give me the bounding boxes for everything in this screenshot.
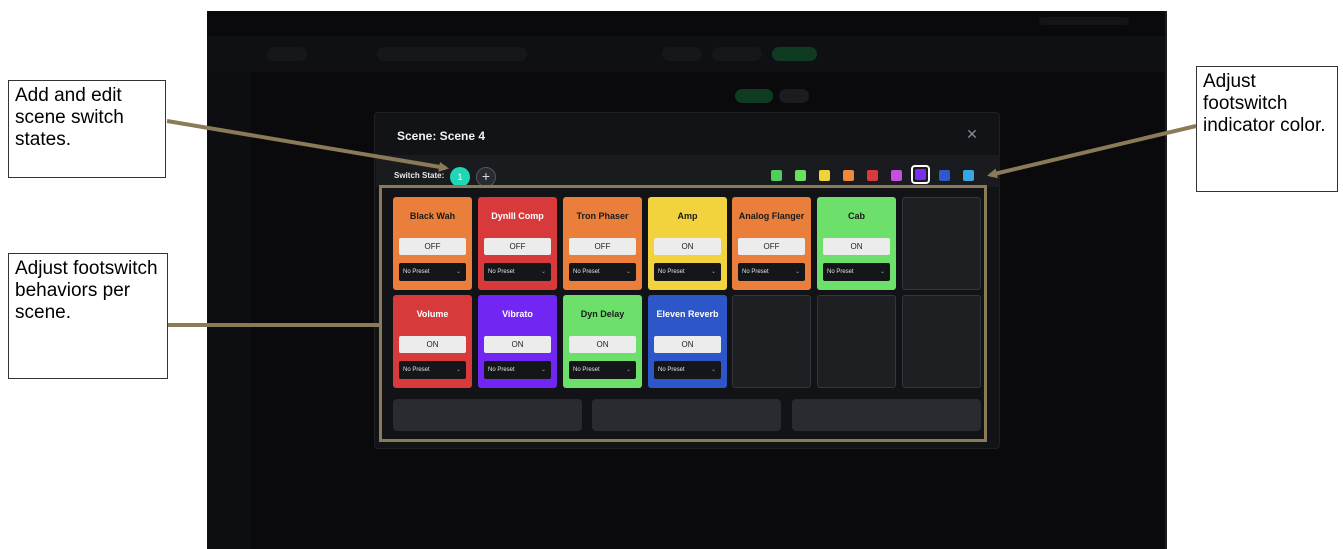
callout-behaviors: Adjust footswitch behaviors per scene. <box>8 253 168 379</box>
color-swatch-blue[interactable] <box>939 170 950 181</box>
toolbar-tuner <box>712 47 762 61</box>
color-swatch-magenta[interactable] <box>891 170 902 181</box>
bg-green-toggle <box>735 89 773 103</box>
bg-grey-toggle <box>779 89 809 103</box>
switch-state-bar <box>376 155 1000 187</box>
switch-state-label: Switch State: <box>394 171 445 180</box>
plus-icon[interactable]: + <box>476 167 496 187</box>
screenshot-stage: Scene: Scene 4 ✕ Switch State: 1 + Black… <box>0 0 1343 549</box>
toolbar-tempo <box>662 47 702 61</box>
close-icon[interactable]: ✕ <box>965 127 979 141</box>
app-toolbar <box>207 36 1167 72</box>
color-swatch-red[interactable] <box>867 170 878 181</box>
callout-indicator-color: Adjust footswitch indicator color. <box>1196 66 1338 192</box>
dialog-title: Scene: Scene 4 <box>397 129 486 143</box>
color-swatch-orange[interactable] <box>843 170 854 181</box>
footswitch-grid-highlight <box>379 185 987 442</box>
top-right-menu <box>1039 17 1129 25</box>
toolbar-status <box>772 47 817 61</box>
callout-switch-states: Add and edit scene switch states. <box>8 80 166 178</box>
color-swatch-yellow[interactable] <box>819 170 830 181</box>
color-swatch-purple-selected[interactable] <box>911 165 930 184</box>
color-swatch-green[interactable] <box>771 170 782 181</box>
switch-state-button-1[interactable]: 1 <box>450 167 470 187</box>
color-swatch-lime[interactable] <box>795 170 806 181</box>
color-swatch-light-blue[interactable] <box>963 170 974 181</box>
toolbar-preset-name <box>377 47 527 61</box>
toolbar-nav <box>267 47 307 61</box>
right-edge <box>1165 11 1167 549</box>
app-sidebar <box>207 72 251 549</box>
